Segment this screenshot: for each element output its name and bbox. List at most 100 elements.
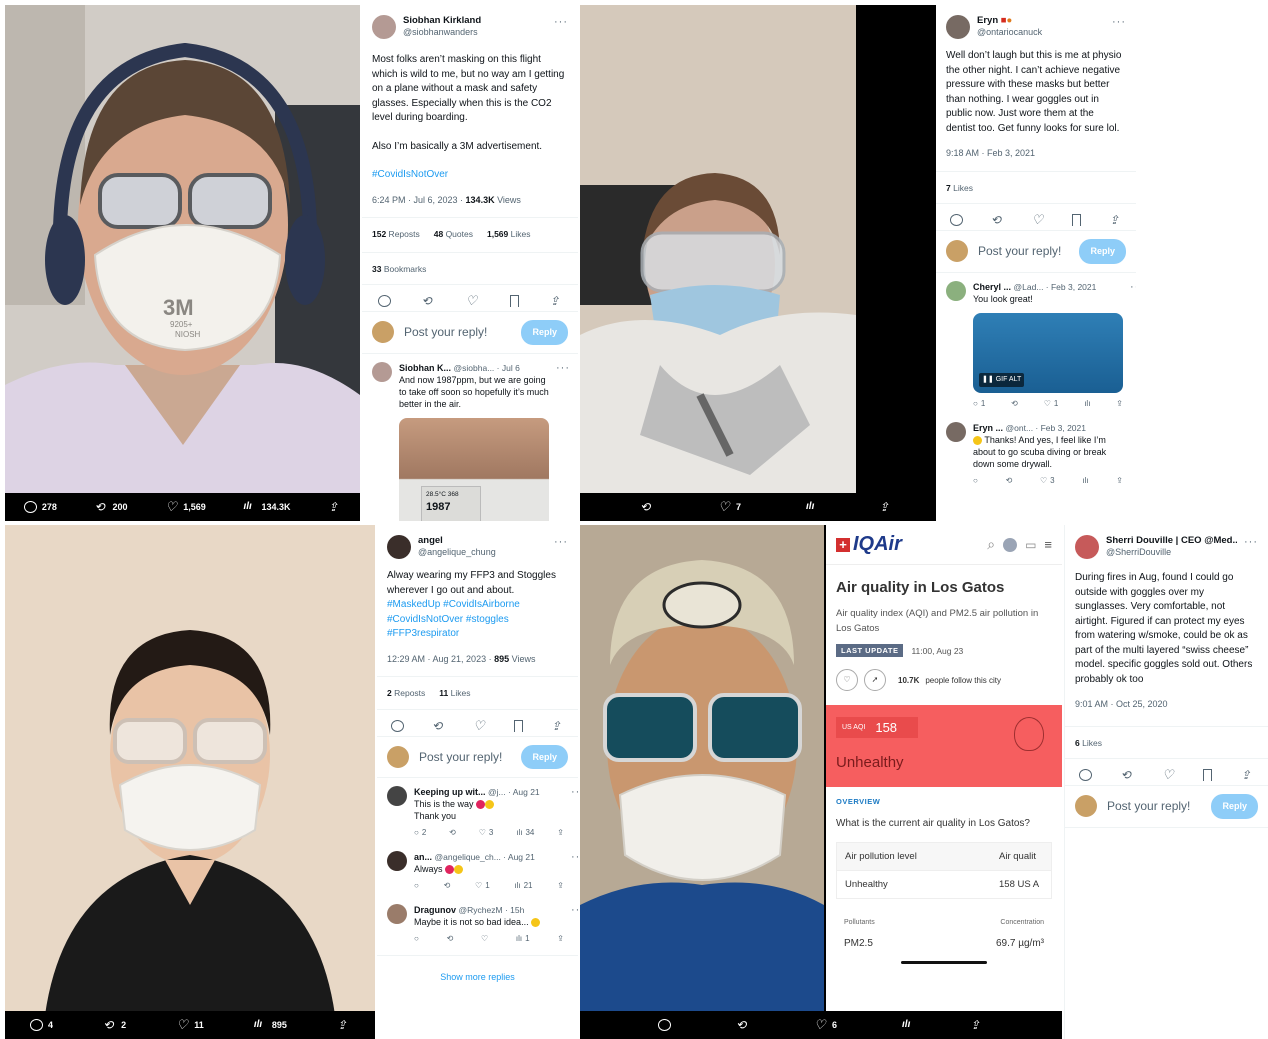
reply-item[interactable]: Siobhan K... @siobha... · Jul 6 And now … — [362, 354, 578, 521]
avatar[interactable] — [946, 421, 966, 442]
like-button[interactable]: ♡ 1 — [1044, 398, 1059, 410]
share-icon[interactable] — [1241, 769, 1254, 781]
reply-icon[interactable] — [1079, 769, 1093, 781]
reply-author-handle[interactable]: @RychezM · 15h — [459, 905, 525, 915]
reply-gif[interactable]: ❚❚ GIF ALT — [973, 312, 1123, 393]
reply-button[interactable]: ○ 1 — [973, 398, 985, 410]
reply-button[interactable]: Reply — [1211, 794, 1258, 819]
like-button[interactable]: 11 — [176, 1019, 204, 1031]
like-button[interactable]: 6 — [814, 1019, 837, 1031]
reply-author-name[interactable]: Cheryl ... — [973, 282, 1011, 292]
selfie-photo-ffp3[interactable] — [5, 525, 375, 1039]
selfie-photo-airplane[interactable]: 3M 9205+ NIOSH 278 200 1,569 134.3K — [5, 5, 360, 521]
views-button[interactable]: 134.3K — [243, 501, 290, 513]
like-button[interactable]: ♡ 3 — [479, 827, 494, 839]
author-name[interactable]: Siobhan Kirkland — [403, 15, 481, 27]
replies-button[interactable]: 278 — [23, 501, 57, 513]
share-icon[interactable] — [551, 720, 564, 732]
retweet-icon[interactable] — [432, 720, 445, 732]
retweet-icon[interactable] — [991, 214, 1004, 226]
author-handle[interactable]: @SherriDouville — [1106, 547, 1237, 558]
reply-icon[interactable] — [377, 295, 391, 307]
reply-item[interactable]: Cheryl ... @Lad... · Feb 3, 2021 You loo… — [936, 273, 1136, 414]
views-icon[interactable]: ılı — [1082, 475, 1088, 487]
reply-item[interactable]: Dragunov @RychezM · 15h Maybe it is not … — [377, 896, 578, 949]
share-arrow-icon[interactable]: ➚ — [864, 669, 886, 691]
reposts-stat[interactable]: 152 Reposts — [372, 227, 420, 242]
likes-stat[interactable]: 11 Likes — [439, 686, 470, 701]
reply-input[interactable]: Post your reply! — [419, 750, 511, 765]
gif-badge[interactable]: ❚❚ GIF ALT — [979, 372, 1025, 387]
reply-button[interactable]: ○ 2 — [414, 827, 426, 839]
reply-button[interactable]: Reply — [521, 744, 568, 769]
avatar[interactable] — [387, 786, 407, 806]
likes-stat[interactable]: 6 Likes — [1075, 736, 1102, 751]
more-options-icon[interactable]: ··· — [571, 786, 578, 839]
hashtag-link[interactable]: #CovidIsNotOver — [372, 168, 568, 183]
more-options-icon[interactable]: ··· — [1130, 281, 1136, 410]
likes-stat[interactable]: 7 Likes — [946, 181, 973, 196]
retweet-button[interactable]: 2 — [103, 1019, 126, 1031]
author-name[interactable]: angel — [418, 535, 496, 547]
reply-author-name[interactable]: Dragunov — [414, 905, 456, 915]
reply-item[interactable]: Keeping up wit... @j... · Aug 21 This is… — [377, 778, 578, 843]
views-button[interactable]: ılı 1 — [516, 933, 530, 945]
reply-icon[interactable] — [391, 719, 404, 732]
cart-icon[interactable]: ▭ — [1025, 538, 1036, 552]
avatar[interactable] — [372, 361, 392, 382]
search-icon[interactable]: ⌕ — [987, 536, 995, 553]
reply-button[interactable] — [658, 1019, 671, 1031]
hashtag-links[interactable]: #MaskedUp #CovidIsAirborne #CovidIsNotOv… — [387, 598, 568, 642]
heart-icon[interactable] — [1031, 214, 1044, 226]
more-options-icon[interactable]: ··· — [571, 904, 578, 945]
likes-stat[interactable]: 1,569 Likes — [487, 227, 531, 242]
views-button[interactable]: 895 — [254, 1019, 287, 1031]
more-options-icon[interactable]: ··· — [554, 535, 568, 550]
views-icon[interactable]: ılı — [1084, 398, 1090, 410]
retweet-icon[interactable]: ⟲ — [449, 827, 456, 839]
bookmark-icon[interactable] — [1203, 769, 1213, 781]
like-button[interactable]: 7 — [718, 501, 741, 513]
selfie-photo-goggles[interactable] — [580, 5, 856, 495]
reply-author-handle[interactable]: @angelique_ch... · Aug 21 — [435, 852, 535, 862]
reply-author-name[interactable]: an... — [414, 852, 432, 862]
reply-button[interactable]: ○ — [414, 880, 419, 892]
share-icon[interactable]: ⇪ — [557, 880, 564, 892]
reply-button[interactable]: Reply — [521, 320, 568, 345]
reply-button[interactable]: Reply — [1079, 239, 1126, 264]
views-button[interactable]: ılı 21 — [514, 880, 532, 892]
avatar[interactable] — [387, 851, 407, 871]
reply-item[interactable]: an... @angelique_ch... · Aug 21 Always ○… — [377, 843, 578, 896]
share-button[interactable] — [337, 1019, 350, 1031]
retweet-button[interactable]: 200 — [95, 501, 128, 513]
more-options-icon[interactable]: ··· — [1112, 15, 1126, 30]
more-options-icon[interactable]: ··· — [554, 15, 568, 30]
reply-input[interactable]: Post your reply! — [404, 325, 511, 340]
like-button[interactable]: ♡ — [481, 933, 488, 945]
favorite-heart-icon[interactable]: ♡ — [836, 669, 858, 691]
share-button[interactable] — [879, 501, 892, 513]
reply-author-handle[interactable]: @siobha... · Jul 6 — [454, 363, 520, 373]
reply-item[interactable]: Eryn ... @ont... · Feb 3, 2021 Thanks! A… — [936, 414, 1136, 491]
views-button[interactable] — [806, 501, 819, 513]
share-icon[interactable] — [1109, 214, 1122, 226]
bookmark-icon[interactable] — [514, 719, 523, 732]
reply-author-handle[interactable]: @ont... · Feb 3, 2021 — [1006, 423, 1086, 433]
retweet-icon[interactable]: ⟲ — [1011, 398, 1018, 410]
profile-icon[interactable] — [1003, 537, 1018, 552]
retweet-icon[interactable]: ⟲ — [447, 933, 454, 945]
share-icon[interactable]: ⇪ — [557, 827, 564, 839]
author-handle[interactable]: @siobhanwanders — [403, 27, 481, 38]
reply-author-name[interactable]: Keeping up wit... — [414, 787, 486, 797]
menu-icon[interactable]: ≡ — [1044, 537, 1052, 552]
share-button[interactable] — [328, 501, 341, 513]
avatar[interactable] — [387, 535, 411, 559]
heart-icon[interactable] — [1162, 769, 1175, 781]
author-handle[interactable]: @angelique_chung — [418, 547, 496, 558]
like-button[interactable]: ♡ 3 — [1040, 475, 1055, 487]
avatar[interactable] — [372, 15, 396, 39]
avatar[interactable] — [387, 904, 407, 924]
reply-button[interactable]: ○ — [973, 475, 978, 487]
reply-button[interactable]: ○ — [414, 933, 419, 945]
views-button[interactable]: ılı 34 — [516, 827, 534, 839]
